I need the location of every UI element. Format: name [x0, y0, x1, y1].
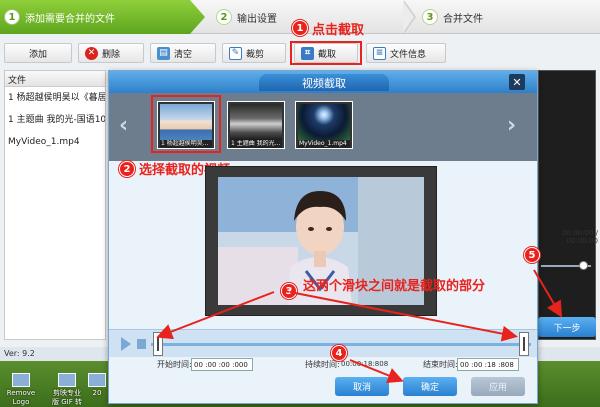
end-time-label: 结束时间: — [423, 360, 458, 369]
desktop-icon[interactable]: 20 — [88, 373, 106, 398]
annotation-badge-4: 4 — [331, 345, 347, 361]
dialog-title: 视频截取 — [259, 74, 389, 91]
clear-icon: ▤ — [157, 46, 170, 60]
video-thumbnail-2[interactable]: 1 主题曲 我的光... — [227, 101, 285, 149]
add-button[interactable]: 添加 — [4, 43, 72, 63]
duration-value: 00:00:18:808 — [341, 360, 389, 368]
edit-icon: ✎ — [229, 46, 242, 60]
step-3-label: 合并文件 — [443, 13, 483, 25]
volume-slider-knob[interactable] — [579, 261, 588, 270]
cut-button[interactable]: ✎ 裁剪 — [222, 43, 286, 63]
file-info-button-label: 文件信息 — [390, 49, 427, 60]
file-list-header: 文件 — [5, 71, 105, 87]
video-crop-dialog: 视频截取 ✕ ‹ › 1 杨超越侯明昊... 1 主题曲 我的光... MyVi… — [108, 70, 538, 404]
thumbnail-image — [230, 104, 282, 140]
stop-icon[interactable] — [137, 339, 146, 349]
main-preview-time: 00:00:00 / 00:00:00 — [561, 229, 598, 245]
file-info-icon: ≡ — [373, 46, 386, 60]
desktop-icon[interactable]: 剪映专业版 GIF 转换 — [50, 373, 84, 407]
step-2-label: 输出设置 — [237, 13, 277, 25]
start-time-label: 开始时间: — [157, 360, 192, 369]
cancel-button[interactable]: 取消 — [335, 377, 389, 396]
thumbnail-caption: MyVideo_1.mp4 — [298, 140, 350, 148]
step-separator — [403, 0, 418, 34]
thumbnail-image — [298, 104, 350, 140]
start-time-input[interactable]: 00 :00 :00 :000 — [191, 358, 253, 371]
thumbnail-caption: 1 主题曲 我的光... — [230, 140, 282, 148]
time-fields: 开始时间: 00 :00 :00 :000 持续时间: 00:00:18:808… — [109, 357, 537, 373]
chevron-right-icon[interactable]: › — [507, 113, 516, 138]
ok-button[interactable]: 确定 — [403, 377, 457, 396]
file-info-button[interactable]: ≡ 文件信息 — [366, 43, 446, 63]
add-button-label: 添加 — [28, 49, 47, 60]
delete-button-label: 删除 — [102, 49, 121, 60]
apply-button[interactable]: 应用 — [471, 377, 525, 396]
annotation-badge-2: 2 — [119, 161, 135, 177]
list-item[interactable]: 1 杨超越侯明昊以《暮居 — [5, 87, 105, 109]
app-icon — [88, 373, 106, 387]
step-3[interactable]: 3 合并文件 — [418, 0, 483, 34]
step-2-number: 2 — [216, 9, 232, 25]
cut-button-label: 裁剪 — [246, 49, 265, 60]
clear-button-label: 清空 — [174, 49, 193, 60]
annotation-thumbnail-highlight — [151, 95, 221, 153]
annotation-text-1: 点击截取 — [312, 23, 365, 38]
app-icon — [12, 373, 30, 387]
duration-label: 持续时间: — [305, 360, 340, 369]
trim-timeline — [109, 329, 537, 357]
annotation-crop-highlight — [290, 41, 362, 65]
annotation-badge-3: 3 — [281, 283, 297, 299]
app-icon — [58, 373, 76, 387]
delete-button[interactable]: ✕ 删除 — [78, 43, 144, 63]
annotation-badge-1: 1 — [292, 20, 308, 36]
chevron-left-icon[interactable]: ‹ — [119, 113, 128, 138]
list-item[interactable]: MyVideo_1.mp4 — [5, 131, 105, 153]
list-item[interactable]: 1 主题曲 我的光-国语10 — [5, 109, 105, 131]
delete-icon: ✕ — [85, 46, 98, 60]
annotation-badge-5: 5 — [524, 247, 540, 263]
next-step-button[interactable]: 下一步 — [538, 317, 596, 337]
trim-start-handle[interactable] — [153, 332, 163, 356]
step-2[interactable]: 2 输出设置 — [212, 0, 277, 34]
version-label: Ver: 9.2 — [4, 349, 35, 358]
clear-button[interactable]: ▤ 清空 — [150, 43, 216, 63]
close-icon[interactable]: ✕ — [509, 74, 525, 90]
desktop-icon[interactable]: Remove Logo Now — [4, 373, 38, 407]
file-list: 文件 1 杨超越侯明昊以《暮居 1 主题曲 我的光-国语10 MyVideo_1… — [4, 70, 106, 340]
video-thumbnail-3[interactable]: MyVideo_1.mp4 — [295, 101, 353, 149]
play-icon[interactable] — [121, 337, 131, 351]
end-time-input[interactable]: 00 :00 :18 :808 — [457, 358, 519, 371]
step-1[interactable]: 1 添加需要合并的文件 — [0, 0, 205, 34]
step-1-label: 添加需要合并的文件 — [25, 13, 115, 25]
main-preview-panel — [538, 70, 596, 340]
step-3-number: 3 — [422, 9, 438, 25]
trim-end-handle[interactable] — [519, 332, 529, 356]
annotation-text-3: 这两个滑块之间就是截取的部分 — [303, 279, 486, 294]
step-1-number: 1 — [4, 9, 20, 25]
